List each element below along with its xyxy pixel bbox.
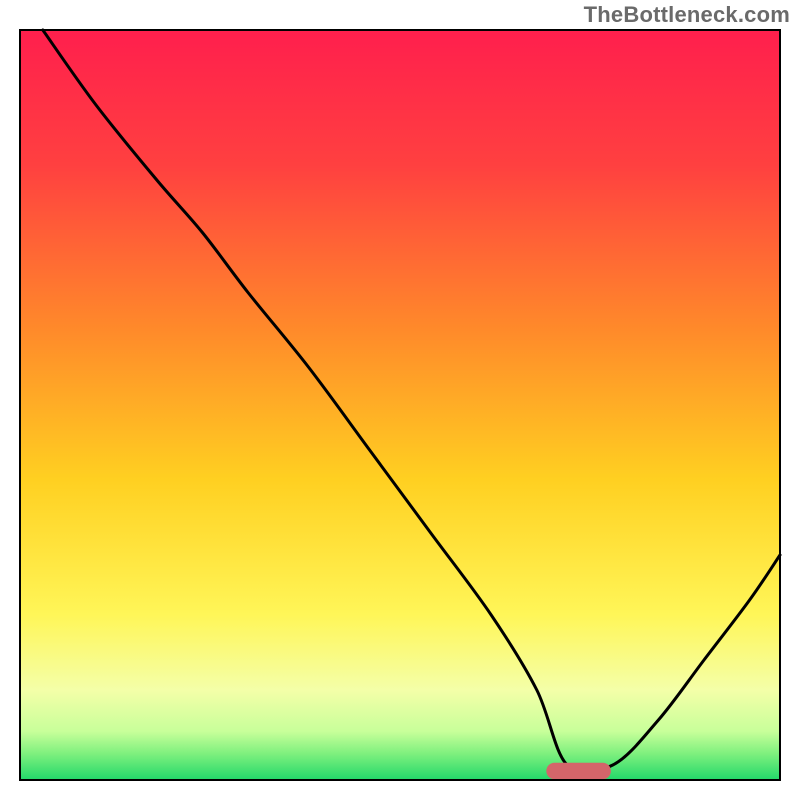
gradient-background <box>20 30 780 780</box>
chart-container: TheBottleneck.com <box>0 0 800 800</box>
watermark-label: TheBottleneck.com <box>584 2 790 28</box>
highlight-pill <box>546 763 611 780</box>
chart-svg <box>0 0 800 800</box>
plot-area <box>20 30 780 780</box>
